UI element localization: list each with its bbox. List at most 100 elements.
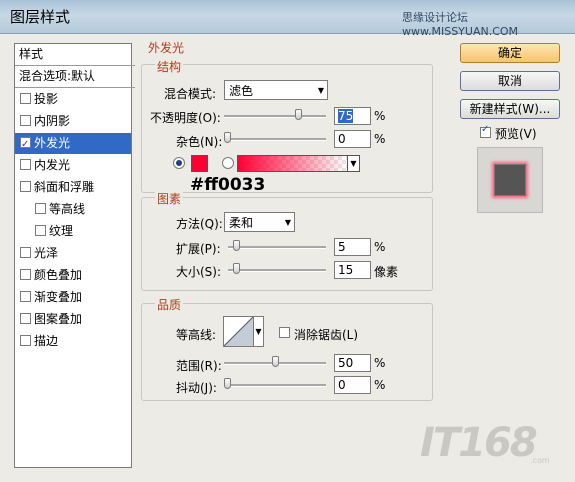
style-item[interactable]: 图案叠加 <box>15 309 131 330</box>
style-item-checkbox[interactable] <box>35 203 46 214</box>
method-value: 柔和 <box>229 216 254 230</box>
chevron-down-icon: ▼ <box>350 159 357 168</box>
size-slider[interactable] <box>228 263 326 276</box>
style-item-checkbox[interactable] <box>20 269 31 280</box>
watermark-text: 思缘设计论坛 www.MISSYUAN.COM <box>402 11 519 38</box>
style-item-checkbox[interactable] <box>20 159 31 170</box>
style-item[interactable]: 渐变叠加 <box>15 287 131 308</box>
section-title: 外发光 <box>146 39 187 56</box>
cancel-button[interactable]: 取消 <box>460 71 560 91</box>
style-item-label: 渐变叠加 <box>34 290 83 304</box>
opacity-slider[interactable] <box>224 109 326 122</box>
it168-logo-sub: .com <box>530 456 550 465</box>
spread-slider[interactable] <box>228 240 326 253</box>
style-item-label: 内发光 <box>34 158 71 172</box>
layer-style-dialog: 图层样式 思缘设计论坛 www.MISSYUAN.COM 样式 混合选项:默认 … <box>0 0 575 482</box>
preview-square <box>494 164 526 196</box>
style-item-checkbox[interactable] <box>20 115 31 126</box>
style-item-checkbox[interactable] <box>20 313 31 324</box>
jitter-slider[interactable] <box>224 378 326 391</box>
style-item[interactable]: 光泽 <box>15 243 131 264</box>
spread-input[interactable]: 5 <box>334 238 371 256</box>
styles-header[interactable]: 样式 <box>15 44 135 66</box>
style-item-checkbox[interactable] <box>20 134 31 155</box>
noise-slider[interactable] <box>224 132 326 145</box>
style-item[interactable]: 投影 <box>15 89 131 110</box>
antialias-checkbox[interactable] <box>279 327 290 338</box>
method-label: 方法(Q): <box>176 217 223 231</box>
style-item-checkbox[interactable] <box>35 225 46 236</box>
spread-label: 扩展(P): <box>176 242 221 256</box>
gradient-dropdown[interactable]: ▼ <box>348 155 360 172</box>
jitter-input[interactable]: 0 <box>334 376 371 394</box>
range-input[interactable]: 50 <box>334 354 371 372</box>
style-item-label: 内阴影 <box>34 114 71 128</box>
style-item-label: 投影 <box>34 92 59 106</box>
size-unit: 像素 <box>374 265 399 279</box>
new-style-button[interactable]: 新建样式(W)... <box>460 99 560 119</box>
slider-thumb[interactable] <box>272 356 279 367</box>
method-dropdown[interactable]: 柔和 ▼ <box>224 212 295 232</box>
chevron-down-icon: ▼ <box>284 218 291 227</box>
style-item-label: 光泽 <box>34 246 59 260</box>
range-label: 范围(R): <box>176 359 222 373</box>
contour-curve-icon <box>224 317 253 346</box>
slider-track <box>224 384 326 387</box>
antialias-label: 消除锯齿(L) <box>294 328 359 342</box>
title-bar[interactable]: 图层样式 思缘设计论坛 www.MISSYUAN.COM <box>0 0 575 38</box>
style-item-label: 颜色叠加 <box>34 268 83 282</box>
style-item-checkbox[interactable] <box>20 181 31 192</box>
style-item-label: 图案叠加 <box>34 312 83 326</box>
noise-unit: % <box>374 132 386 146</box>
gradient-radio[interactable] <box>222 157 234 169</box>
quality-title: 品质 <box>155 296 184 313</box>
opacity-input[interactable]: 75 <box>334 107 371 125</box>
slider-thumb[interactable] <box>233 240 240 251</box>
contour-picker[interactable] <box>223 316 254 347</box>
color-radio[interactable] <box>173 157 185 169</box>
range-unit: % <box>374 356 386 370</box>
range-slider[interactable] <box>224 356 326 369</box>
size-input[interactable]: 15 <box>334 261 371 279</box>
style-item[interactable]: 内发光 <box>15 155 131 176</box>
style-item[interactable]: 斜面和浮雕 <box>15 177 131 198</box>
glow-gradient-picker[interactable] <box>237 155 348 172</box>
opacity-label: 不透明度(O): <box>150 111 221 125</box>
glow-color-swatch[interactable] <box>191 155 208 172</box>
noise-input[interactable]: 0 <box>334 130 371 148</box>
chevron-down-icon: ▼ <box>317 86 324 95</box>
slider-track <box>228 269 326 272</box>
style-item[interactable]: 描边 <box>15 331 131 352</box>
style-item-checkbox[interactable] <box>20 291 31 302</box>
slider-track <box>224 138 326 141</box>
contour-dropdown[interactable]: ▼ <box>254 316 264 347</box>
noise-label: 杂色(N): <box>176 135 223 149</box>
slider-thumb[interactable] <box>224 132 231 143</box>
slider-thumb[interactable] <box>295 109 302 120</box>
style-item[interactable]: 颜色叠加 <box>15 265 131 286</box>
slider-thumb[interactable] <box>224 378 231 389</box>
style-preview <box>477 147 543 213</box>
elements-title: 图素 <box>155 190 184 207</box>
style-item-checkbox[interactable] <box>20 93 31 104</box>
size-label: 大小(S): <box>176 265 222 279</box>
jitter-label: 抖动(J): <box>176 381 217 395</box>
slider-thumb[interactable] <box>233 263 240 274</box>
opacity-unit: % <box>374 109 386 123</box>
color-hex-annotation: #ff0033 <box>190 175 266 195</box>
style-item[interactable]: 等高线 <box>15 199 131 220</box>
slider-track <box>224 115 326 118</box>
style-item[interactable]: 外发光 <box>15 133 131 155</box>
blend-mode-dropdown[interactable]: 滤色 ▼ <box>224 80 328 100</box>
dialog-title: 图层样式 <box>10 8 71 26</box>
ok-button[interactable]: 确定 <box>460 43 560 63</box>
style-item[interactable]: 纹理 <box>15 221 131 242</box>
style-item-label: 等高线 <box>49 202 86 216</box>
style-item-checkbox[interactable] <box>20 247 31 258</box>
slider-track <box>228 246 326 249</box>
style-item-label: 纹理 <box>49 224 74 238</box>
blend-options-item[interactable]: 混合选项:默认 <box>15 66 135 88</box>
style-item[interactable]: 内阴影 <box>15 111 131 132</box>
preview-checkbox[interactable] <box>480 124 491 138</box>
style-item-checkbox[interactable] <box>20 335 31 346</box>
